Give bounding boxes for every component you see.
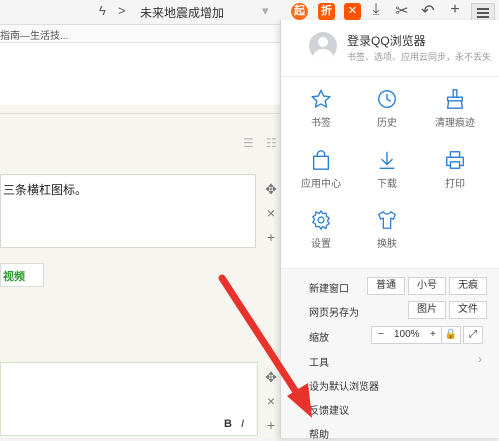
- bold-button[interactable]: B: [224, 418, 232, 430]
- star-icon: [311, 89, 331, 108]
- remove-step-icon[interactable]: ×: [264, 205, 278, 221]
- clock-icon: [378, 90, 396, 108]
- avatar[interactable]: [309, 32, 337, 60]
- news-headline[interactable]: 未来地震成增加: [140, 4, 224, 21]
- download-toolbar-icon[interactable]: ⤓: [366, 1, 386, 19]
- zoom-label: 缩放: [309, 333, 329, 344]
- menu-lower-section: 新建窗口 普通 小号 无痕 网页另存为 图片 文件 缩放 − 100% + 🔒 …: [281, 268, 499, 441]
- editor-text: 三条横杠图标。: [3, 183, 88, 197]
- menu-set-default[interactable]: 设为默认浏览器: [309, 378, 379, 393]
- step-text-editor[interactable]: 三条横杠图标。: [0, 174, 256, 248]
- download-icon: [379, 151, 395, 169]
- move-handle-icon-2[interactable]: ✥: [264, 369, 278, 386]
- italic-button[interactable]: I: [241, 418, 244, 430]
- menu-feedback[interactable]: 反馈建议: [309, 402, 349, 417]
- new-window-incognito-button[interactable]: 无痕: [449, 277, 487, 295]
- menu-skin[interactable]: 换肤: [357, 209, 417, 267]
- menu-app-center[interactable]: 应用中心: [291, 149, 351, 207]
- list-icon[interactable]: ☰: [243, 136, 254, 150]
- page-content: ☰ ☷ 三条横杠图标。 ✥ × + 视频 B I ✥ × +: [0, 43, 280, 438]
- menu-clear-traces[interactable]: 清理痕迹: [425, 88, 485, 146]
- gear-icon: [312, 210, 330, 230]
- broom-icon: [446, 89, 464, 109]
- login-subtitle: 书签、选项、应用云同步，永不丢失: [347, 52, 492, 62]
- menu-help[interactable]: 帮助: [309, 426, 329, 441]
- extension-badge-a[interactable]: 起: [291, 3, 308, 20]
- printer-icon: [446, 151, 464, 169]
- move-handle-icon[interactable]: ✥: [264, 181, 278, 198]
- bookmark-item[interactable]: 指南—生活技...: [0, 27, 68, 42]
- login-link[interactable]: 登录QQ浏览器: [347, 32, 426, 49]
- new-window-label: 新建窗口: [309, 284, 349, 295]
- save-as-file-button[interactable]: 文件: [449, 301, 487, 319]
- menu-history[interactable]: 历史: [357, 88, 417, 146]
- zoom-value: 100%: [394, 329, 420, 340]
- lightning-icon: ϟ: [99, 3, 106, 18]
- add-step-icon[interactable]: +: [264, 229, 278, 245]
- step-text-editor-2[interactable]: B I: [0, 362, 258, 436]
- remove-step-icon-2[interactable]: ×: [264, 393, 278, 409]
- chevron-right-icon[interactable]: >: [118, 3, 126, 18]
- bookmark-bar: 指南—生活技...: [0, 25, 280, 43]
- undo-icon[interactable]: ↶: [418, 1, 438, 21]
- menu-bookmarks[interactable]: 书签: [291, 88, 351, 146]
- menu-print[interactable]: 打印: [425, 149, 485, 207]
- list-icon-2[interactable]: ☷: [266, 136, 277, 150]
- new-window-normal-button[interactable]: 普通: [367, 277, 405, 295]
- discount-extension-icon[interactable]: 折: [318, 3, 335, 20]
- tools-extension-icon[interactable]: ✕: [344, 3, 361, 20]
- shirt-icon: [378, 211, 396, 229]
- content-panel-top: [0, 43, 280, 105]
- fullscreen-icon[interactable]: ⤢: [463, 326, 483, 344]
- zoom-in-button[interactable]: +: [430, 327, 436, 343]
- zoom-control: − 100% +: [371, 326, 449, 344]
- save-as-label: 网页另存为: [309, 308, 359, 319]
- new-tab-plus-icon[interactable]: +: [445, 1, 465, 19]
- chevron-right-icon: ›: [478, 352, 482, 366]
- new-window-small-button[interactable]: 小号: [408, 277, 446, 295]
- save-as-image-button[interactable]: 图片: [408, 301, 446, 319]
- zoom-out-button[interactable]: −: [378, 327, 384, 343]
- scissors-icon[interactable]: ✂: [392, 1, 412, 21]
- add-video-button[interactable]: 视频: [0, 263, 44, 287]
- browser-main-menu: 登录QQ浏览器 书签、选项、应用云同步，永不丢失 书签 历史 清理痕迹 应用中心…: [280, 20, 499, 441]
- zoom-lock-icon[interactable]: 🔒: [441, 326, 461, 344]
- menu-tools[interactable]: 工具: [309, 354, 329, 369]
- bag-icon: [312, 150, 330, 170]
- menu-downloads[interactable]: 下载: [357, 149, 417, 207]
- dropdown-caret-icon[interactable]: ▾: [262, 3, 269, 19]
- add-step-icon-2[interactable]: +: [264, 417, 278, 433]
- menu-settings[interactable]: 设置: [291, 209, 351, 267]
